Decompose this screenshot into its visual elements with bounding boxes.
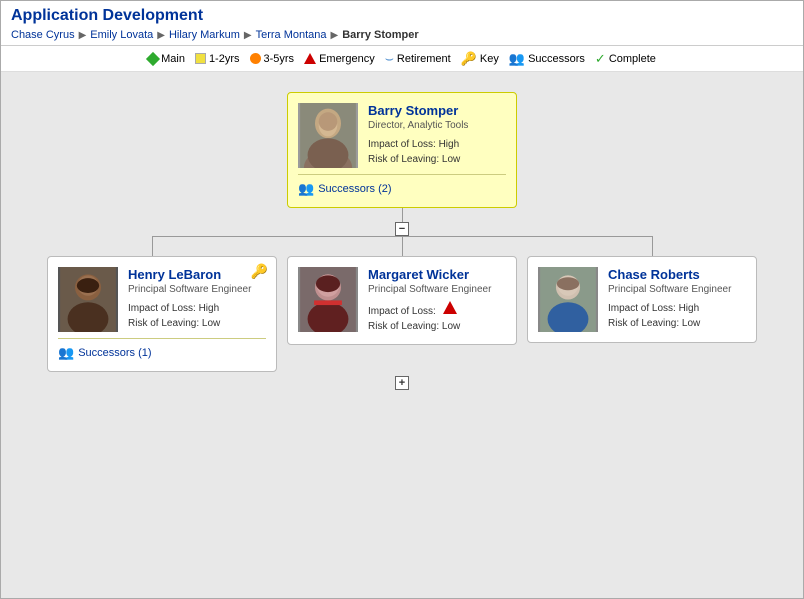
h-connector-container bbox=[52, 236, 752, 256]
chase-name: Chase Roberts bbox=[608, 267, 746, 282]
legend-3-5yrs-label: 3-5yrs bbox=[264, 53, 295, 65]
margaret-photo bbox=[298, 267, 358, 332]
page-title: Application Development bbox=[11, 7, 793, 25]
henry-title: Principal Software Engineer bbox=[128, 284, 266, 295]
breadcrumb-item-1[interactable]: Emily Lovata bbox=[90, 29, 153, 41]
header: Application Development Chase Cyrus ▶ Em… bbox=[1, 1, 803, 46]
henry-top: Henry LeBaron Principal Software Enginee… bbox=[58, 267, 266, 332]
org-chart: Barry Stomper Director, Analytic Tools I… bbox=[1, 72, 803, 552]
child-node-chase: Chase Roberts Principal Software Enginee… bbox=[527, 256, 757, 343]
root-node: Barry Stomper Director, Analytic Tools I… bbox=[287, 92, 517, 208]
henry-info: Henry LeBaron Principal Software Enginee… bbox=[128, 267, 266, 332]
breadcrumb-item-3[interactable]: Terra Montana bbox=[256, 29, 327, 41]
margaret-top: Margaret Wicker Principal Software Engin… bbox=[298, 267, 506, 334]
legend-retirement-label: Retirement bbox=[397, 53, 451, 65]
root-node-top: Barry Stomper Director, Analytic Tools I… bbox=[298, 103, 506, 168]
legend-complete: ✓ Complete bbox=[595, 51, 656, 67]
bc-arrow-2: ▶ bbox=[244, 30, 252, 41]
breadcrumb-current: Barry Stomper bbox=[342, 29, 418, 41]
diamond-icon bbox=[146, 51, 160, 65]
root-successors-label: Successors (2) bbox=[318, 183, 391, 195]
legend-1-2yrs-label: 1-2yrs bbox=[209, 53, 240, 65]
chase-title: Principal Software Engineer bbox=[608, 284, 746, 295]
content-area: Barry Stomper Director, Analytic Tools I… bbox=[1, 72, 803, 598]
henry-key-icon: 🔑 bbox=[251, 263, 268, 279]
chase-photo bbox=[538, 267, 598, 332]
legend-emergency: Emergency bbox=[304, 53, 375, 65]
henry-successors-label: Successors (1) bbox=[78, 347, 151, 359]
margaret-title: Principal Software Engineer bbox=[368, 284, 506, 295]
legend-1-2yrs: 1-2yrs bbox=[195, 53, 240, 65]
legend-bar: Main 1-2yrs 3-5yrs Emergency ⌣ Retiremen… bbox=[1, 46, 803, 72]
root-name: Barry Stomper bbox=[368, 103, 506, 118]
henry-impact: Impact of Loss: High Risk of Leaving: Lo… bbox=[128, 301, 266, 331]
root-title: Director, Analytic Tools bbox=[368, 120, 506, 131]
triangle-red-icon bbox=[304, 53, 316, 64]
breadcrumb-item-2[interactable]: Hilary Markum bbox=[169, 29, 240, 41]
root-photo bbox=[298, 103, 358, 168]
legend-complete-label: Complete bbox=[609, 53, 656, 65]
v-line-child-center bbox=[402, 236, 403, 256]
henry-name: Henry LeBaron bbox=[128, 267, 266, 282]
app-container: Application Development Chase Cyrus ▶ Em… bbox=[0, 0, 804, 599]
margaret-impact-text: Impact of Loss: bbox=[368, 306, 436, 317]
legend-key-label: Key bbox=[480, 53, 499, 65]
henry-successors[interactable]: 👥 Successors (1) bbox=[58, 338, 266, 361]
chase-impact: Impact of Loss: High Risk of Leaving: Lo… bbox=[608, 301, 746, 331]
v-line-child-right bbox=[652, 236, 653, 256]
legend-emergency-label: Emergency bbox=[319, 53, 375, 65]
chase-top: Chase Roberts Principal Software Enginee… bbox=[538, 267, 746, 332]
children-row: 🔑 Henry L bbox=[47, 256, 757, 372]
margaret-info: Margaret Wicker Principal Software Engin… bbox=[368, 267, 506, 334]
check-icon: ✓ bbox=[595, 51, 606, 67]
legend-main-label: Main bbox=[161, 53, 185, 65]
child-node-henry: 🔑 Henry L bbox=[47, 256, 277, 372]
bc-arrow-3: ▶ bbox=[331, 30, 339, 41]
margaret-impact: Impact of Loss: Risk of Leaving: Low bbox=[368, 301, 506, 334]
successors-icon: 👥 bbox=[509, 51, 525, 67]
henry-photo bbox=[58, 267, 118, 332]
margaret-emergency-icon bbox=[443, 301, 457, 314]
breadcrumb: Chase Cyrus ▶ Emily Lovata ▶ Hilary Mark… bbox=[11, 25, 793, 43]
root-node-info: Barry Stomper Director, Analytic Tools I… bbox=[368, 103, 506, 168]
margaret-toggle-button[interactable]: + bbox=[395, 376, 409, 390]
breadcrumb-item-0[interactable]: Chase Cyrus bbox=[11, 29, 75, 41]
root-connector: − bbox=[11, 208, 793, 236]
legend-main: Main bbox=[148, 53, 185, 65]
circle-orange-icon bbox=[250, 53, 261, 64]
root-successors[interactable]: 👥 Successors (2) bbox=[298, 174, 506, 197]
legend-3-5yrs: 3-5yrs bbox=[250, 53, 295, 65]
root-v-line-top bbox=[402, 208, 403, 222]
chase-info: Chase Roberts Principal Software Enginee… bbox=[608, 267, 746, 332]
bc-arrow-1: ▶ bbox=[157, 30, 165, 41]
bc-arrow-0: ▶ bbox=[79, 30, 87, 41]
legend-successors: 👥 Successors bbox=[509, 51, 585, 67]
legend-key: 🔑 Key bbox=[461, 51, 499, 67]
henry-key-badge: 🔑 bbox=[251, 263, 268, 280]
margaret-name: Margaret Wicker bbox=[368, 267, 506, 282]
key-icon: 🔑 bbox=[461, 51, 477, 67]
retirement-icon: ⌣ bbox=[385, 50, 394, 67]
henry-successors-icon: 👥 bbox=[58, 345, 74, 361]
root-toggle-button[interactable]: − bbox=[395, 222, 409, 236]
root-impact: Impact of Loss: High Risk of Leaving: Lo… bbox=[368, 137, 506, 167]
margaret-risk-text: Risk of Leaving: Low bbox=[368, 321, 460, 332]
child-node-margaret: Margaret Wicker Principal Software Engin… bbox=[287, 256, 517, 345]
root-successors-icon: 👥 bbox=[298, 181, 314, 197]
legend-retirement: ⌣ Retirement bbox=[385, 50, 451, 67]
square-yellow-icon bbox=[195, 53, 206, 64]
legend-successors-label: Successors bbox=[528, 53, 585, 65]
v-line-child-left bbox=[152, 236, 153, 256]
